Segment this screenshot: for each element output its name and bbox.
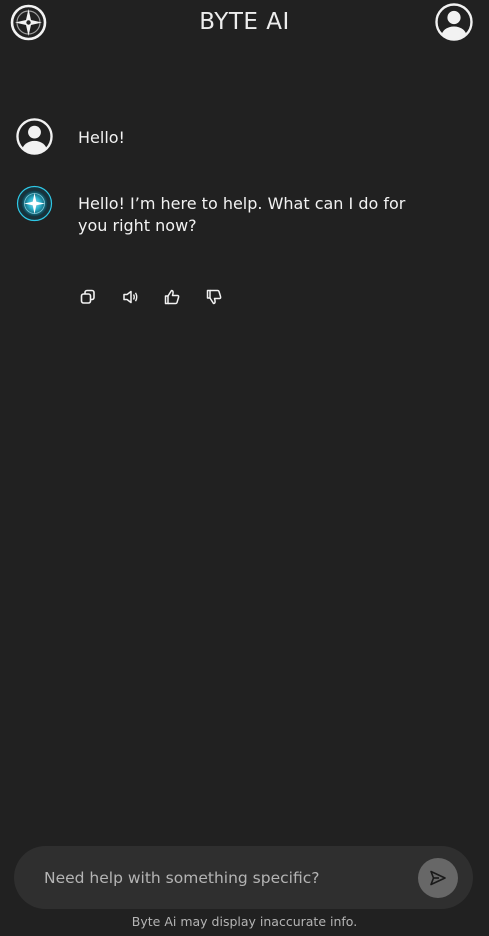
read-aloud-button[interactable] (120, 287, 162, 307)
user-message-avatar (16, 118, 53, 155)
speaker-icon (123, 290, 138, 304)
assistant-message-avatar (16, 185, 53, 222)
copy-button[interactable] (78, 287, 120, 307)
user-message-text: Hello! (78, 128, 125, 147)
app-title: BYTE AI (199, 9, 290, 35)
message-actions (78, 287, 246, 307)
send-button[interactable] (418, 858, 458, 898)
thumbs-up-button[interactable] (162, 287, 204, 307)
user-avatar-icon (435, 3, 473, 41)
thumbs-down-icon (206, 289, 222, 305)
user-avatar-icon (16, 118, 53, 155)
byte-ai-logo (16, 185, 53, 222)
assistant-message-text: Hello! I’m here to help. What can I do f… (78, 194, 406, 235)
message-composer (14, 846, 473, 909)
message-input[interactable] (42, 862, 406, 894)
profile-button[interactable] (435, 3, 473, 41)
disclaimer-text: Byte Ai may display inaccurate info. (131, 914, 358, 929)
copy-icon (80, 289, 95, 304)
thumbs-down-button[interactable] (204, 287, 246, 307)
thumbs-up-icon (164, 289, 180, 305)
app-header: BYTE AI (0, 0, 489, 44)
send-icon (430, 870, 446, 886)
